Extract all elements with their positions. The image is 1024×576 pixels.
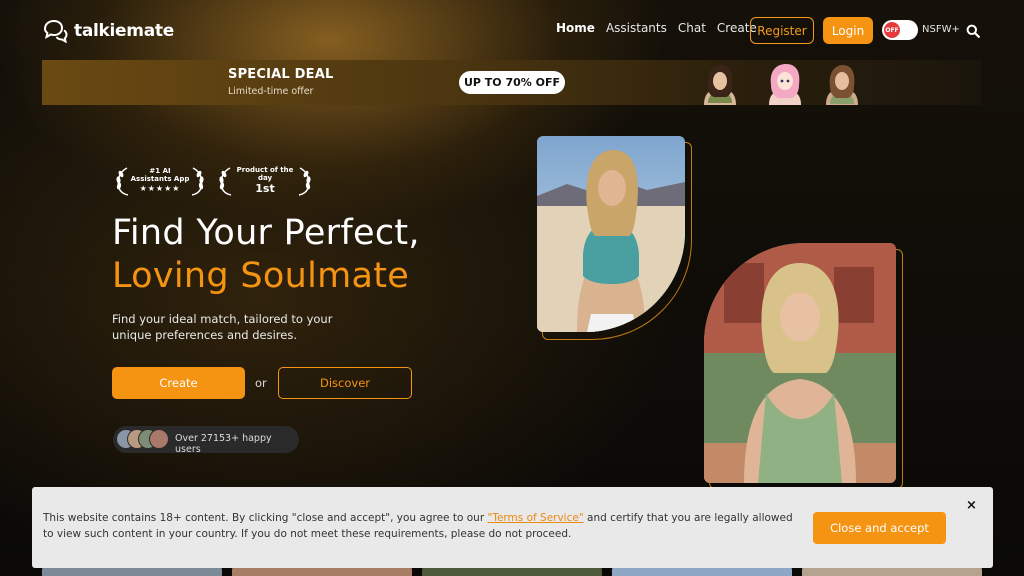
laurel-right-icon: [298, 167, 311, 196]
close-icon[interactable]: ×: [966, 498, 977, 513]
special-deal-banner[interactable]: SPECIAL DEAL Limited-time offer UP TO 70…: [42, 60, 982, 105]
search-icon: [966, 24, 980, 38]
award2-title: Product of the day: [236, 166, 294, 182]
laurel-left-icon: [116, 167, 129, 196]
award-ai-assistants: #1 AI Assistants App ★★★★★: [114, 166, 206, 196]
laurel-right-icon: [191, 167, 204, 196]
search-button[interactable]: [966, 23, 980, 42]
award1-title: #1 AI Assistants App: [130, 166, 190, 183]
create-button[interactable]: Create: [112, 367, 245, 399]
hero-photo-2: [704, 243, 896, 483]
nsfw-toggle[interactable]: OFF: [882, 20, 918, 40]
deal-character-1-image: [704, 65, 736, 105]
consent-text: This website contains 18+ content. By cl…: [43, 510, 793, 542]
avatar: [149, 429, 169, 449]
chat-bubbles-icon: [43, 19, 68, 43]
happy-users-badge: Over 27153+ happy users: [113, 426, 299, 455]
award1-stars: ★★★★★: [139, 184, 181, 194]
toggle-knob: OFF: [884, 22, 900, 38]
logo-text: talkiemate: [74, 21, 174, 41]
logo[interactable]: talkiemate: [42, 18, 174, 44]
award-product-of-day: Product of the day 1st: [217, 166, 313, 196]
deal-subtitle: Limited-time offer: [228, 86, 314, 97]
discover-button[interactable]: Discover: [278, 367, 412, 399]
award2-rank: 1st: [255, 181, 275, 195]
hero-title-line1: Find Your Perfect,: [112, 213, 420, 253]
nav-home[interactable]: Home: [556, 21, 595, 35]
or-label: or: [255, 376, 267, 390]
consent-text-before: This website contains 18+ content. By cl…: [43, 512, 488, 524]
happy-users-text: Over 27153+ happy users: [175, 433, 272, 455]
deal-title: SPECIAL DEAL: [228, 67, 334, 82]
deal-character-3-image: [826, 65, 858, 105]
hero-description: Find your ideal match, tailored to your …: [112, 312, 333, 342]
register-button[interactable]: Register: [750, 17, 814, 44]
terms-of-service-link[interactable]: "Terms of Service": [487, 512, 583, 524]
deal-badge[interactable]: UP TO 70% OFF: [459, 71, 565, 94]
hero-title: Find Your Perfect, Loving Soulmate: [112, 212, 420, 298]
main-nav: Home Assistants Chat Create: [556, 21, 757, 35]
site-header: talkiemate Home Assistants Chat Create R…: [0, 0, 1024, 60]
nav-assistants[interactable]: Assistants: [606, 21, 667, 35]
hero-title-line2: Loving Soulmate: [112, 256, 410, 296]
nav-chat[interactable]: Chat: [678, 21, 706, 35]
deal-character-2-image: [769, 64, 801, 105]
laurel-left-icon: [219, 167, 232, 196]
close-and-accept-button[interactable]: Close and accept: [813, 512, 946, 544]
garden-portrait-image: [704, 243, 896, 483]
nsfw-label: NSFW+: [922, 24, 960, 35]
age-consent-banner: This website contains 18+ content. By cl…: [32, 487, 993, 568]
login-button[interactable]: Login: [823, 17, 873, 44]
